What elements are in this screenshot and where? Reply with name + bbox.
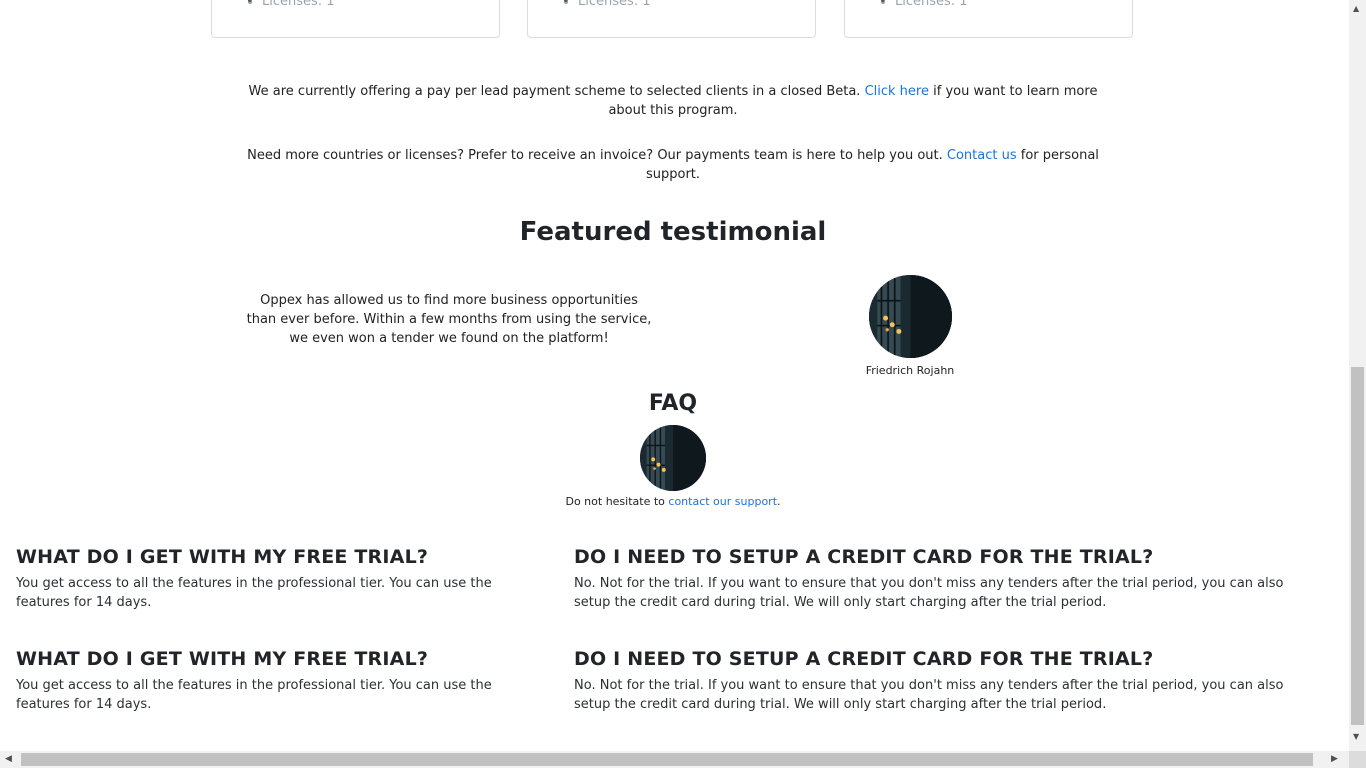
faq-support-text: Do not hesitate to contact our support.	[0, 495, 1346, 508]
faq-support-text-end: .	[777, 495, 781, 508]
scroll-down-arrow-icon[interactable]: ▼	[1353, 732, 1359, 741]
faq-question: WHAT DO I GET WITH MY FREE TRIAL?	[16, 648, 429, 670]
faq-answer: No. Not for the trial. If you want to en…	[574, 678, 1284, 712]
license-count: Licenses: 1	[246, 0, 334, 9]
contact-us-link[interactable]: Contact us	[947, 148, 1017, 163]
license-count: Licenses: 1	[879, 0, 967, 9]
horizontal-scroll-thumb[interactable]	[21, 753, 1313, 766]
scroll-right-arrow-icon[interactable]: ▶	[1331, 754, 1338, 764]
vertical-scroll-thumb[interactable]	[1351, 367, 1364, 725]
faq-item: DO I NEED TO SETUP A CREDIT CARD FOR THE…	[574, 648, 1314, 714]
testimonial-quote: Oppex has allowed us to find more busine…	[246, 293, 652, 346]
faq-item: WHAT DO I GET WITH MY FREE TRIAL? You ge…	[16, 546, 546, 612]
pricing-card: Licenses: 1	[844, 0, 1133, 38]
scroll-up-arrow-icon[interactable]: ▲	[1353, 4, 1359, 13]
faq-question: WHAT DO I GET WITH MY FREE TRIAL?	[16, 546, 429, 568]
faq-support-avatar	[640, 425, 706, 491]
faq-support-text-start: Do not hesitate to	[565, 495, 669, 508]
support-notice: Need more countries or licenses? Prefer …	[245, 146, 1101, 184]
beta-notice-text: We are currently offering a pay per lead…	[248, 84, 865, 99]
license-count: Licenses: 1	[562, 0, 650, 9]
faq-answer: You get access to all the features in th…	[16, 576, 492, 610]
faq-answer: You get access to all the features in th…	[16, 678, 492, 712]
testimonial-avatar	[869, 275, 952, 358]
faq-answer: No. Not for the trial. If you want to en…	[574, 576, 1284, 610]
pricing-card: Licenses: 1	[211, 0, 500, 38]
contact-support-link[interactable]: contact our support	[668, 495, 777, 508]
scroll-left-arrow-icon[interactable]: ◀	[5, 754, 12, 764]
beta-notice: We are currently offering a pay per lead…	[245, 82, 1101, 120]
faq-question: DO I NEED TO SETUP A CREDIT CARD FOR THE…	[574, 648, 1154, 670]
pricing-card: Licenses: 1	[527, 0, 816, 38]
beta-learn-more-link[interactable]: Click here	[865, 84, 929, 99]
support-notice-text: Need more countries or licenses? Prefer …	[247, 148, 947, 163]
avatar-photo-icon	[869, 275, 952, 358]
faq-item: WHAT DO I GET WITH MY FREE TRIAL? You ge…	[16, 648, 546, 714]
scrollbar-corner	[1349, 751, 1366, 768]
pricing-cards: Licenses: 1 Licenses: 1 Licenses: 1	[211, 0, 1135, 40]
faq-heading: FAQ	[648, 391, 698, 416]
vertical-scrollbar[interactable]: ▲ ▼	[1349, 0, 1366, 751]
faq-item: DO I NEED TO SETUP A CREDIT CARD FOR THE…	[574, 546, 1314, 612]
faq-question: DO I NEED TO SETUP A CREDIT CARD FOR THE…	[574, 546, 1154, 568]
testimonial-heading: Featured testimonial	[519, 217, 827, 247]
horizontal-scrollbar[interactable]: ◀ ▶	[0, 751, 1349, 768]
avatar-photo-icon	[640, 425, 706, 491]
testimonial-author: Friedrich Rojahn	[865, 364, 955, 377]
